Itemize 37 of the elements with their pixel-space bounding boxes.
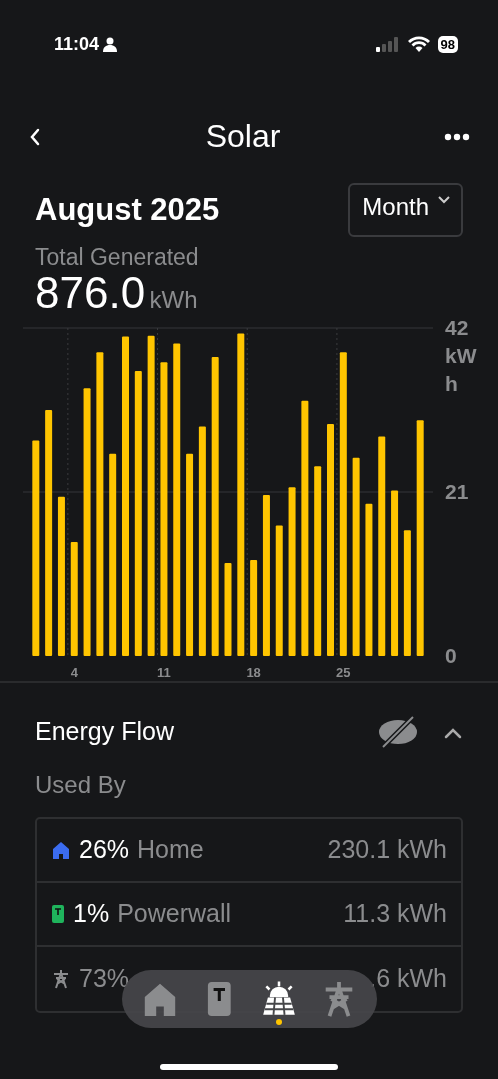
person-icon [103, 36, 118, 52]
battery-icon [51, 903, 65, 924]
section-title: Energy Flow [35, 716, 174, 747]
period-title: August 2025 [35, 190, 220, 229]
y-axis-label: 0 [445, 643, 457, 669]
y-axis-label: 42 [445, 315, 469, 341]
total-unit: kWh [149, 286, 198, 313]
pylon-icon [51, 968, 71, 989]
x-axis-label: 25 [336, 665, 351, 680]
consumer-name: Powerwall [117, 897, 232, 929]
y-axis-label: 21 [445, 479, 469, 505]
consumer-name: Home [137, 833, 204, 865]
battery-level: 98 [437, 35, 458, 53]
usage-amount: 230.1 kWh [327, 833, 447, 865]
back-icon[interactable] [28, 126, 42, 147]
usage-amount: .6 kWh [369, 962, 447, 994]
x-axis-label: 11 [157, 665, 171, 680]
x-axis-label: 18 [246, 665, 261, 680]
total-value: 876.0 [35, 268, 146, 317]
collapse-icon[interactable] [443, 726, 463, 739]
usage-percent: 1% [73, 897, 110, 929]
more-icon[interactable] [444, 132, 470, 141]
status-time: 11:04 [54, 32, 100, 56]
period-dropdown[interactable]: Month [348, 183, 463, 237]
home-icon [51, 839, 71, 860]
usage-percent: 73% [79, 962, 130, 994]
y-axis-unit: kWh [445, 343, 477, 397]
usage-percent: 26% [79, 833, 130, 865]
hidden-eye-icon[interactable] [377, 714, 419, 749]
section-subtitle: Used By [35, 769, 127, 800]
signal-icon [375, 36, 400, 52]
wifi-icon [407, 36, 430, 52]
x-axis-label: 4 [70, 665, 78, 680]
usage-amount: 11.3 kWh [343, 897, 447, 929]
caret-icon [437, 195, 451, 204]
total-label: Total Generated [34, 243, 200, 271]
page-title: Solar [205, 117, 281, 156]
